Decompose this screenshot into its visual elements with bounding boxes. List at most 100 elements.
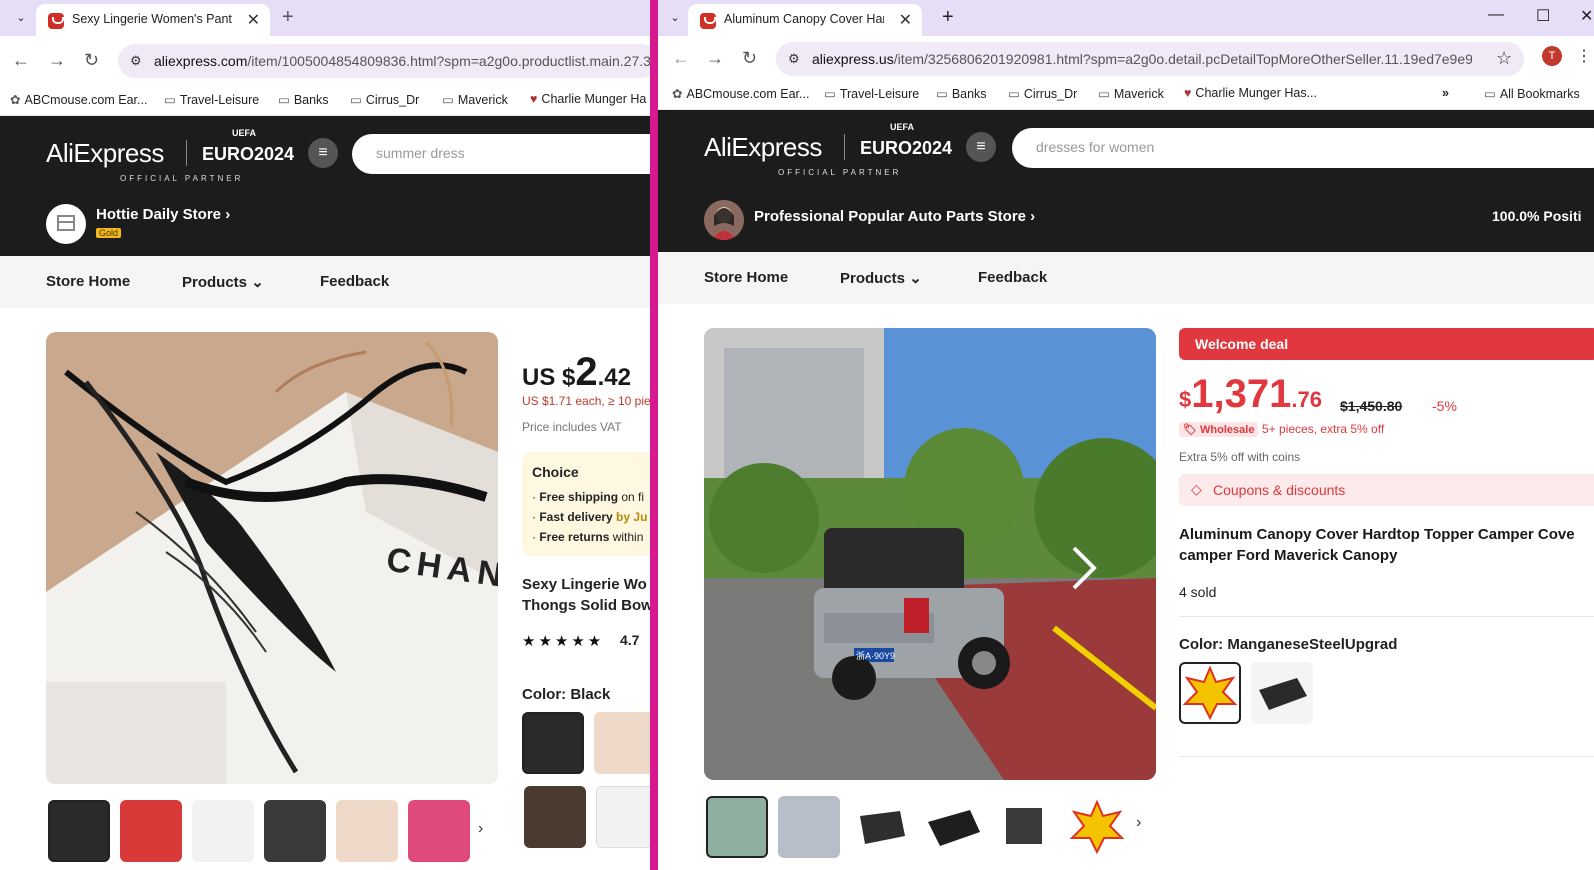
store-avatar[interactable] (704, 200, 744, 240)
store-name-link[interactable]: Professional Popular Auto Parts Store › (754, 208, 1035, 225)
all-bookmarks-folder[interactable]: ▭ All Bookmarks (1484, 86, 1580, 101)
nav-feedback[interactable]: Feedback (320, 273, 389, 290)
reload-icon[interactable]: ↻ (742, 48, 757, 69)
bookmark-folder-maverick[interactable]: ▭ Maverick (442, 92, 508, 107)
bookmark-folder-banks[interactable]: ▭ Banks (936, 86, 987, 101)
close-tab-icon[interactable]: ✕ (247, 10, 260, 30)
forward-icon[interactable]: → (706, 48, 724, 69)
back-icon[interactable]: ← (672, 48, 690, 69)
tab-search-dropdown[interactable]: ⌄ (10, 8, 32, 28)
bookmark-charlie-munger[interactable]: ♥ Charlie Munger Ha (530, 92, 646, 106)
color-swatch-nude[interactable] (594, 712, 650, 774)
back-icon[interactable]: ← (12, 50, 30, 71)
bookmark-site-icon: ♥ (530, 92, 538, 106)
thumbnail-4[interactable] (922, 796, 984, 858)
bookmark-star-icon[interactable]: ☆ (1496, 48, 1512, 69)
canopy-part-image (860, 811, 905, 844)
profile-avatar[interactable]: T (1542, 46, 1562, 66)
new-tab-icon[interactable]: + (282, 6, 294, 29)
nav-feedback[interactable]: Feedback (978, 269, 1047, 286)
divider (1179, 756, 1594, 757)
folder-icon: ▭ (1484, 87, 1496, 101)
url-field[interactable]: ⚙ aliexpress.com/item/1005004854809836.h… (118, 44, 650, 78)
thumbnails-next-icon[interactable]: › (1136, 814, 1141, 832)
wholesale-badge: 🏷 Wholesale (1179, 422, 1259, 437)
forward-icon[interactable]: → (48, 50, 66, 71)
thumbnail-5[interactable] (336, 800, 398, 862)
left-browser-window: ⌄ Sexy Lingerie Women's Panties ✕ + ← → … (0, 0, 650, 870)
thumbnail-1[interactable] (706, 796, 768, 858)
coupons-discounts-button[interactable]: ◇ Coupons & discounts (1179, 474, 1594, 506)
official-partner-text: OFFICIAL PARTNER (120, 174, 244, 183)
tab-title: Aluminum Canopy Cover Hardt (724, 12, 884, 26)
category-menu-icon[interactable]: ≡ (966, 132, 996, 162)
aliexpress-logo[interactable]: AliExpress (46, 138, 164, 169)
nav-store-home[interactable]: Store Home (46, 273, 130, 290)
site-info-icon[interactable]: ⚙ (130, 53, 142, 69)
thumbnail-3[interactable] (192, 800, 254, 862)
url-field[interactable]: ⚙ aliexpress.us/item/3256806201920981.ht… (776, 42, 1524, 76)
category-menu-icon[interactable]: ≡ (308, 138, 338, 168)
thumbnail-5[interactable] (994, 796, 1056, 858)
more-bookmarks-icon[interactable]: » (1442, 86, 1449, 100)
store-avatar[interactable] (46, 204, 86, 244)
store-nav: Store Home Products ⌄ Feedback (658, 252, 1594, 304)
product-title-line2: Thongs Solid Bow (522, 597, 650, 614)
choice-fast-delivery: · Fast delivery by Ju (532, 510, 648, 524)
minimize-icon[interactable]: — (1488, 6, 1504, 24)
store-nav: Store Home Products ⌄ Feedback (0, 256, 650, 308)
thumbnail-3[interactable] (850, 796, 912, 858)
store-name-link[interactable]: Hottie Daily Store › (96, 206, 230, 223)
nav-products[interactable]: Products ⌄ (182, 273, 264, 291)
bookmark-abcmouse[interactable]: ✿ ABCmouse.com Ear... (672, 86, 809, 101)
thumbnail-2[interactable] (778, 796, 840, 858)
license-plate-text: 浙A·90Y9 (856, 651, 896, 661)
thumbnail-1[interactable] (48, 800, 110, 862)
logo-divider (844, 134, 845, 160)
canopy-shell-image (928, 810, 980, 846)
bookmark-abcmouse[interactable]: ✿ ABCmouse.com Ear... (10, 92, 147, 107)
thumbnails-next-icon[interactable]: › (478, 820, 483, 838)
product-main-image[interactable]: 浙A·90Y9 (704, 328, 1156, 780)
bookmark-folder-travel[interactable]: ▭ Travel-Leisure (164, 92, 259, 107)
nav-store-home[interactable]: Store Home (704, 269, 788, 286)
bookmark-charlie-munger[interactable]: ♥ Charlie Munger Has... (1184, 86, 1317, 100)
search-input[interactable]: dresses for women (1012, 128, 1594, 168)
thumbnail-2[interactable] (120, 800, 182, 862)
color-swatch-white[interactable] (596, 786, 650, 848)
bookmark-folder-cirrus[interactable]: ▭ Cirrus_Dr (1008, 86, 1077, 101)
browser-menu-icon[interactable]: ⋮ (1576, 46, 1592, 66)
reload-icon[interactable]: ↻ (84, 50, 99, 71)
thumbnail-4[interactable] (264, 800, 326, 862)
color-swatch-canopy-black[interactable] (1251, 662, 1313, 724)
site-info-icon[interactable]: ⚙ (788, 51, 800, 67)
close-window-icon[interactable]: ✕ (1580, 6, 1593, 26)
right-browser-window: ⌄ Aluminum Canopy Cover Hardt ✕ + — ☐ ✕ … (658, 0, 1594, 870)
new-tab-icon[interactable]: + (942, 6, 954, 29)
product-main-image[interactable]: CHANI (46, 332, 498, 784)
active-tab[interactable]: Aluminum Canopy Cover Hardt ✕ (688, 4, 922, 36)
color-swatch-black[interactable] (522, 712, 584, 774)
truck-canopy-photo (704, 328, 1156, 780)
close-tab-icon[interactable]: ✕ (899, 10, 912, 30)
search-input[interactable]: summer dress (352, 134, 650, 174)
store-positive-rating: 100.0% Positi (1492, 208, 1582, 224)
aliexpress-logo[interactable]: AliExpress (704, 132, 822, 163)
color-swatch-manganese-steel-upgrade[interactable] (1179, 662, 1241, 724)
tab-search-dropdown[interactable]: ⌄ (664, 8, 686, 28)
bookmark-folder-banks[interactable]: ▭ Banks (278, 92, 329, 107)
thumbnail-6[interactable] (1066, 796, 1128, 858)
thumbnail-6[interactable] (408, 800, 470, 862)
bookmark-folder-maverick[interactable]: ▭ Maverick (1098, 86, 1164, 101)
bookmark-folder-cirrus[interactable]: ▭ Cirrus_Dr (350, 92, 419, 107)
nav-products[interactable]: Products ⌄ (840, 269, 922, 287)
color-swatch-brown[interactable] (524, 786, 586, 848)
maximize-icon[interactable]: ☐ (1536, 6, 1550, 26)
active-tab[interactable]: Sexy Lingerie Women's Panties ✕ (36, 4, 270, 36)
bookmark-folder-travel[interactable]: ▭ Travel-Leisure (824, 86, 919, 101)
rating-stars[interactable]: ★★★★★ (522, 632, 604, 650)
folder-icon: ▭ (936, 87, 948, 101)
site-header: AliExpress UEFA EURO2024 OFFICIAL PARTNE… (0, 116, 650, 192)
folder-icon: ▭ (1008, 87, 1020, 101)
url-text: aliexpress.us/item/3256806201920981.html… (812, 51, 1472, 67)
